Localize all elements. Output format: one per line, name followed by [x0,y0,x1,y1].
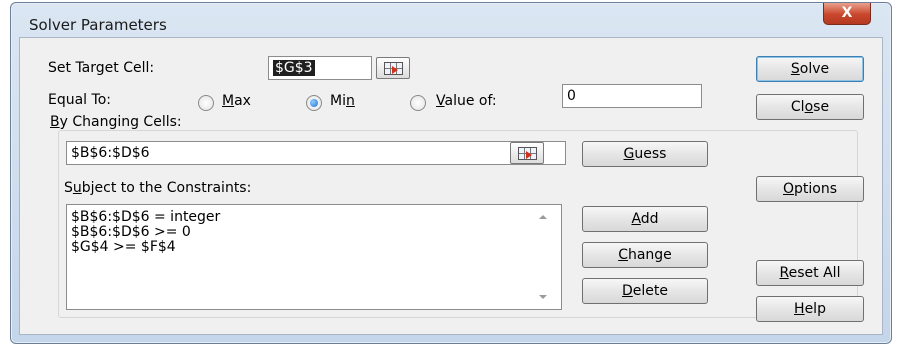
reset-all-button[interactable]: Reset All [756,260,864,286]
min-radio[interactable] [306,95,322,111]
delete-button[interactable]: Delete [582,278,708,304]
max-radio[interactable] [198,95,214,111]
scroll-up-arrow-icon[interactable] [539,215,547,219]
options-button[interactable]: Options [756,176,864,202]
set-target-cell-label: Set Target Cell: [48,60,155,76]
value-of-label: Value of: [436,93,497,109]
max-label: Max [222,93,251,109]
change-button[interactable]: Change [582,242,708,268]
min-label: Min [330,93,355,109]
range-select-icon[interactable] [376,57,410,79]
title-bar: Solver Parameters X [11,3,891,37]
help-button[interactable]: Help [756,296,864,322]
equal-to-label: Equal To: [48,92,111,108]
solve-button[interactable]: Solve [756,56,864,82]
target-cell-input[interactable]: $G$3 [268,56,372,80]
dialog-body: Set Target Cell: $G$3 Equal To: Max Min … [19,37,883,335]
guess-button[interactable]: Guess [582,141,708,167]
list-item[interactable]: $B$6:$D$6 = integer [71,209,220,225]
list-item[interactable]: $B$6:$D$6 >= 0 [71,224,191,240]
dialog-title: Solver Parameters [29,16,167,34]
value-of-radio[interactable] [410,95,426,111]
range-select-icon[interactable] [510,142,544,164]
list-item[interactable]: $G$4 >= $F$4 [71,239,176,255]
solver-dialog: Solver Parameters X Set Target Cell: $G$… [10,2,892,344]
constraints-list[interactable]: $B$6:$D$6 = integer $B$6:$D$6 >= 0 $G$4 … [66,204,562,310]
add-button[interactable]: Add [582,206,708,232]
changing-cells-label: By Changing Cells: [50,114,182,130]
changing-cells-input[interactable]: $B$6:$D$6 [66,141,566,165]
constraints-label: Subject to the Constraints: [64,180,252,196]
value-of-input[interactable]: 0 [562,84,702,108]
close-icon[interactable]: X [823,3,871,25]
scroll-down-arrow-icon[interactable] [539,295,547,299]
close-button[interactable]: Close [756,94,864,120]
